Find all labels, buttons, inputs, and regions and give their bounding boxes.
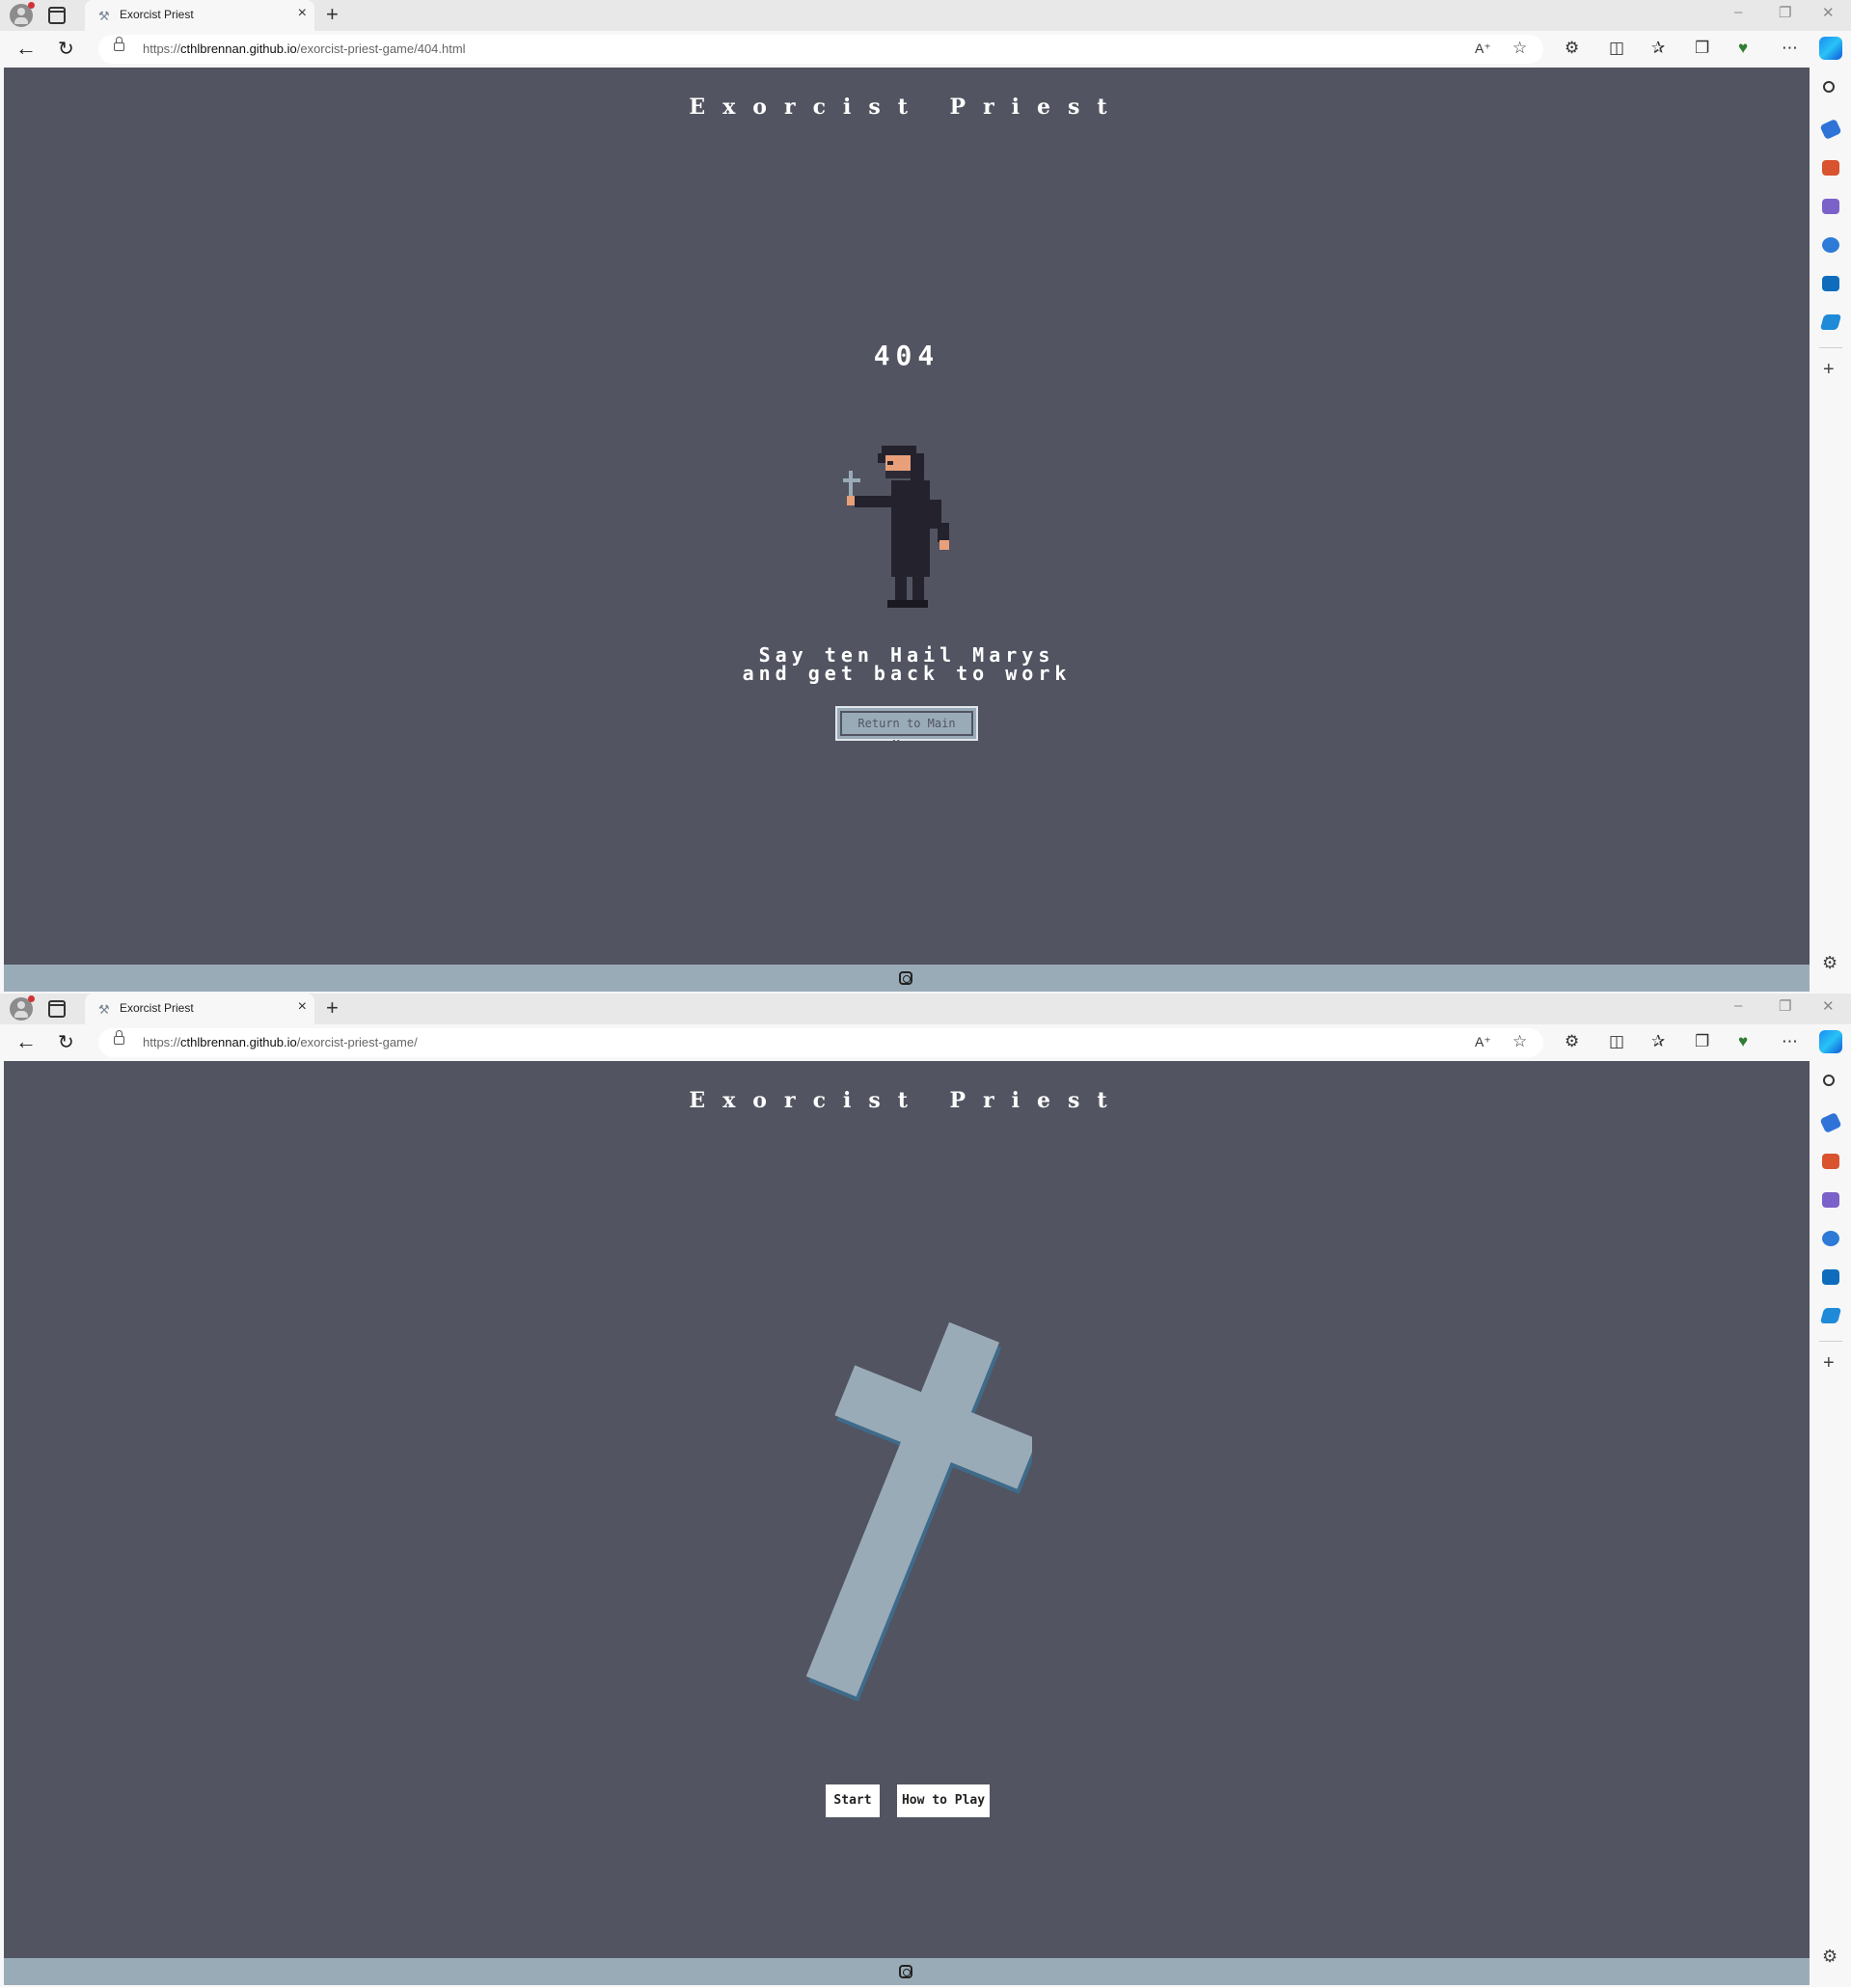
tools-icon[interactable] (1822, 1154, 1839, 1169)
browser-essentials-icon[interactable]: ♥ (1738, 39, 1748, 58)
tab-title: Exorcist Priest (120, 1001, 194, 1015)
sidebar-settings-icon[interactable]: ⚙ (1822, 1947, 1837, 1967)
copilot-icon[interactable] (1819, 1030, 1842, 1053)
split-screen-icon[interactable]: ◫ (1609, 1032, 1624, 1051)
copilot-icon[interactable] (1819, 37, 1842, 60)
url-text[interactable]: https://cthlbrennan.github.io/exorcist-p… (143, 41, 466, 56)
collections-icon[interactable]: ❐ (1695, 1032, 1709, 1051)
browser-essentials-icon[interactable]: ♥ (1738, 1032, 1748, 1051)
page-footer (4, 965, 1810, 992)
tab-strip: ⚒ Exorcist Priest × + – ❐ ✕ (0, 994, 1851, 1024)
close-tab-icon[interactable]: × (298, 5, 307, 22)
game-title: Exorcist Priest (689, 95, 1125, 120)
start-button[interactable]: Start (826, 1784, 880, 1817)
new-tab-icon[interactable]: + (326, 2, 339, 27)
extensions-icon[interactable]: ⚙ (1565, 1032, 1579, 1051)
error-code: 404 (873, 340, 940, 371)
error-message: Say ten Hail Marys and get back to work (4, 645, 1810, 685)
collections-icon[interactable]: ❐ (1695, 39, 1709, 58)
tab-title: Exorcist Priest (120, 8, 194, 21)
lock-icon[interactable] (114, 37, 124, 51)
sidebar-settings-icon[interactable]: ⚙ (1822, 953, 1837, 973)
restore-icon[interactable]: ❐ (1779, 997, 1791, 1015)
page-footer (4, 1958, 1810, 1985)
search-icon[interactable] (1823, 1075, 1835, 1086)
favorites-icon[interactable]: ✰ (1651, 1032, 1665, 1051)
profile-icon[interactable] (10, 2, 35, 27)
toolbar: ← ↻ https://cthlbrennan.github.io/exorci… (0, 31, 1851, 68)
tab-exorcist-priest[interactable]: ⚒ Exorcist Priest × (85, 0, 314, 31)
address-bar[interactable]: https://cthlbrennan.github.io/exorcist-p… (98, 35, 1543, 64)
how-to-play-button[interactable]: How to Play (897, 1784, 990, 1817)
games-icon[interactable] (1822, 1192, 1839, 1208)
game-page-404: Exorcist Priest 404 Say ten Hail Marys a… (4, 68, 1810, 965)
outlook-icon[interactable] (1822, 276, 1839, 291)
return-to-main-menu-label: Return to Main Menu (840, 711, 973, 751)
back-icon[interactable]: ← (15, 1029, 37, 1054)
url-text[interactable]: https://cthlbrennan.github.io/exorcist-p… (143, 1035, 418, 1049)
hammer-favicon-icon: ⚒ (98, 9, 110, 23)
edge-sidebar: + ⚙ (1810, 68, 1851, 994)
edge-sidebar: + ⚙ (1810, 1061, 1851, 1987)
tab-strip: ⚒ Exorcist Priest × + – ❐ ✕ (0, 0, 1851, 31)
read-aloud-icon[interactable]: A⁺ (1475, 1034, 1491, 1050)
close-window-icon[interactable]: ✕ (1822, 4, 1835, 21)
lock-icon[interactable] (114, 1030, 124, 1045)
profile-icon[interactable] (10, 995, 35, 1021)
restore-icon[interactable]: ❐ (1779, 4, 1791, 21)
favorite-icon[interactable]: ☆ (1512, 39, 1527, 58)
microsoft-365-icon[interactable] (1822, 237, 1839, 253)
return-to-main-menu-button[interactable]: Return to Main Menu (835, 706, 978, 751)
games-icon[interactable] (1822, 199, 1839, 214)
extensions-icon[interactable]: ⚙ (1565, 39, 1579, 58)
favorites-icon[interactable]: ✰ (1651, 39, 1665, 58)
tab-actions-icon[interactable] (48, 1000, 66, 1018)
sidebar-divider (1819, 1341, 1842, 1342)
add-sidebar-icon[interactable]: + (1823, 359, 1835, 381)
refresh-icon[interactable]: ↻ (58, 1030, 74, 1054)
priest-sprite (843, 446, 949, 608)
back-icon[interactable]: ← (15, 36, 37, 61)
split-screen-icon[interactable]: ◫ (1609, 39, 1624, 58)
minimize-icon[interactable]: – (1734, 997, 1742, 1014)
shopping-tag-icon[interactable] (1819, 118, 1842, 141)
tab-actions-icon[interactable] (48, 7, 66, 24)
address-bar[interactable]: https://cthlbrennan.github.io/exorcist-p… (98, 1028, 1543, 1057)
game-title: Exorcist Priest (689, 1088, 1125, 1113)
more-icon[interactable]: ⋯ (1782, 1032, 1798, 1051)
drop-icon[interactable] (1819, 314, 1842, 330)
tab-exorcist-priest[interactable]: ⚒ Exorcist Priest × (85, 994, 314, 1024)
add-sidebar-icon[interactable]: + (1823, 1352, 1835, 1375)
instagram-icon[interactable] (899, 971, 912, 985)
toolbar: ← ↻ https://cthlbrennan.github.io/exorci… (0, 1024, 1851, 1061)
close-window-icon[interactable]: ✕ (1822, 997, 1835, 1015)
close-tab-icon[interactable]: × (298, 998, 307, 1016)
microsoft-365-icon[interactable] (1822, 1231, 1839, 1246)
search-icon[interactable] (1823, 81, 1835, 93)
shopping-tag-icon[interactable] (1819, 1111, 1842, 1134)
new-tab-icon[interactable]: + (326, 995, 339, 1021)
drop-icon[interactable] (1819, 1308, 1842, 1323)
refresh-icon[interactable]: ↻ (58, 37, 74, 61)
sidebar-divider (1819, 347, 1842, 348)
hammer-favicon-icon: ⚒ (98, 1002, 110, 1017)
tools-icon[interactable] (1822, 160, 1839, 176)
minimize-icon[interactable]: – (1734, 4, 1742, 20)
browser-window-404: ⚒ Exorcist Priest × + – ❐ ✕ ← ↻ https://… (0, 0, 1851, 994)
read-aloud-icon[interactable]: A⁺ (1475, 41, 1491, 57)
outlook-icon[interactable] (1822, 1269, 1839, 1285)
more-icon[interactable]: ⋯ (1782, 39, 1798, 58)
instagram-icon[interactable] (899, 1965, 912, 1978)
error-message-line-2: and get back to work (742, 662, 1072, 685)
rotating-cross-graphic (805, 1321, 1032, 1702)
favorite-icon[interactable]: ☆ (1512, 1032, 1527, 1051)
